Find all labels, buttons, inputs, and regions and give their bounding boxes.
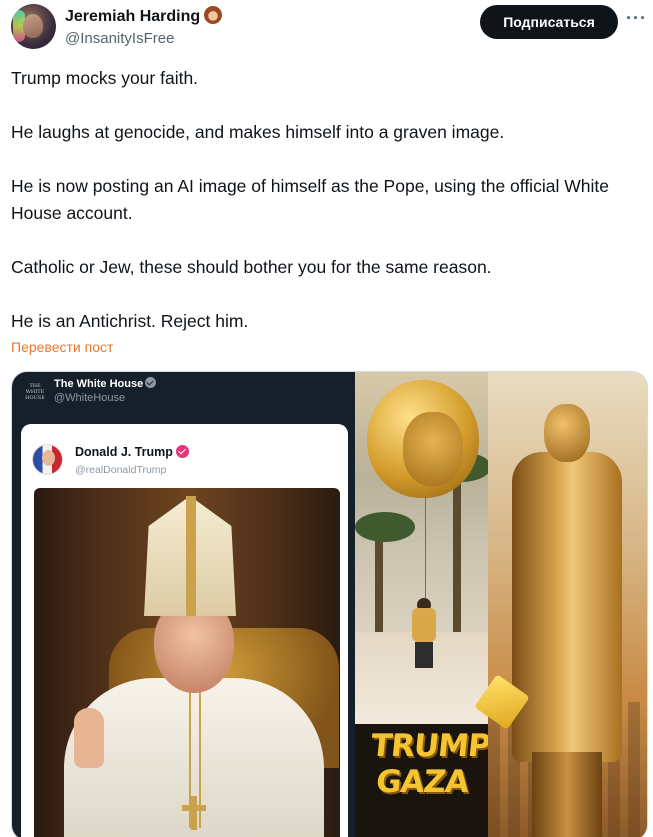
lion-emoji-icon	[204, 6, 223, 24]
gold-balloon	[367, 380, 479, 498]
author-name[interactable]: Jeremiah Harding	[65, 8, 200, 25]
sign-line-2: GAZA	[374, 764, 470, 800]
embedded-account-name-row: The White House	[54, 377, 157, 390]
tweet-paragraph: Trump mocks your faith.	[11, 68, 199, 88]
golden-statue	[512, 452, 622, 762]
author-name-row[interactable]: Jeremiah Harding	[65, 6, 223, 26]
golden-balloon-image[interactable]	[355, 372, 491, 724]
sign-text: TRUMP GAZA	[365, 728, 492, 800]
embedded-account-handle: @WhiteHouse	[54, 392, 126, 404]
quoted-author-name-row: Donald J. Trump	[75, 445, 189, 459]
quoted-author-name: Donald J. Trump	[75, 445, 173, 459]
pope-image	[34, 488, 340, 837]
pectoral-cross-icon	[182, 796, 206, 830]
tweet-paragraph: Catholic or Jew, these should bother you…	[11, 257, 492, 277]
statue-legs	[532, 752, 602, 837]
verified-check-icon	[145, 377, 157, 388]
quoted-author-handle: @realDonaldTrump	[75, 464, 167, 476]
verified-badge-icon	[175, 445, 189, 458]
translate-post-link[interactable]: Перевести пост	[11, 339, 113, 355]
more-options-icon[interactable]: ···	[626, 8, 647, 29]
trump-gaza-sign-image[interactable]: TRUMP GAZA	[355, 724, 492, 837]
subscribe-button[interactable]: Подписаться	[480, 5, 618, 39]
tweet-media[interactable]: THE WHITE HOUSE The White House @WhiteHo…	[11, 371, 648, 837]
tweet-paragraph: He laughs at genocide, and makes himself…	[11, 122, 505, 142]
tweet-header: Jeremiah Harding @InsanityIsFree Подписа…	[0, 0, 653, 60]
sign-line-1: TRUMP	[369, 728, 492, 764]
child-figure	[410, 598, 438, 668]
tweet-paragraph: He is now posting an AI image of himself…	[11, 176, 609, 223]
tweet-paragraph: He is an Antichrist. Reject him.	[11, 311, 249, 331]
statue-head	[544, 404, 590, 462]
white-house-logo: THE WHITE HOUSE	[25, 383, 45, 401]
white-house-screenshot[interactable]: THE WHITE HOUSE The White House @WhiteHo…	[12, 372, 355, 837]
quoted-author-avatar	[32, 444, 63, 475]
author-handle[interactable]: @InsanityIsFree	[65, 30, 174, 47]
tweet-text: Trump mocks your faith. He laughs at gen…	[11, 65, 636, 362]
quoted-post-card: Donald J. Trump @realDonaldTrump	[21, 424, 348, 837]
embedded-account-name: The White House	[54, 378, 144, 390]
author-avatar[interactable]	[11, 4, 56, 49]
